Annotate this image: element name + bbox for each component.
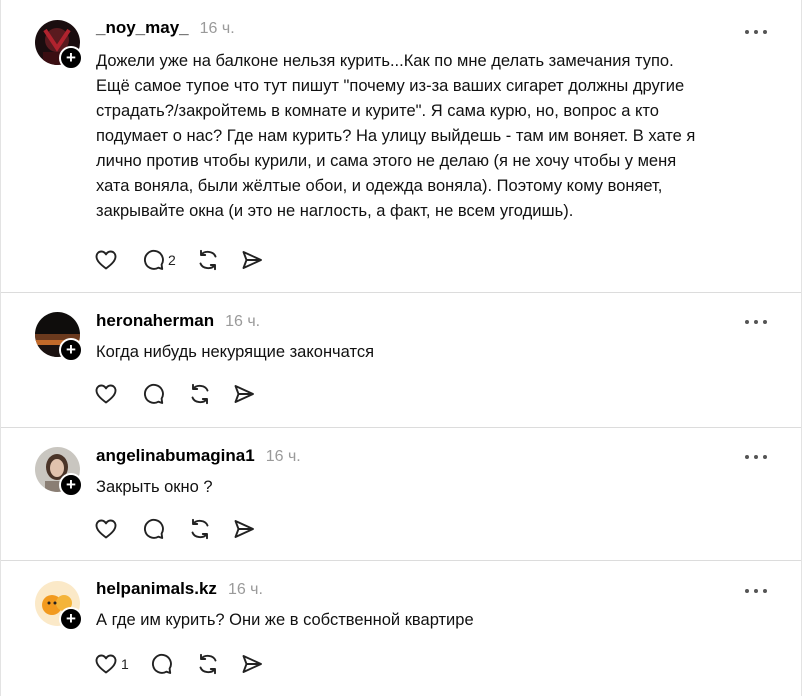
- share-button[interactable]: [240, 650, 264, 678]
- repost-button[interactable]: [188, 380, 212, 408]
- share-button[interactable]: [232, 380, 256, 408]
- more-icon[interactable]: [745, 27, 767, 37]
- comment-icon: [151, 653, 172, 674]
- repost-button[interactable]: [188, 515, 212, 543]
- follow-plus-icon[interactable]: +: [59, 473, 83, 497]
- reply-button[interactable]: [141, 515, 168, 543]
- post-actions: 2: [94, 246, 284, 274]
- like-button[interactable]: [94, 515, 121, 543]
- like-button[interactable]: 1: [94, 650, 129, 678]
- repost-icon: [191, 518, 209, 540]
- post: + _noy_may_ 16 ч. Дожели уже на балконе …: [1, 0, 801, 293]
- post-text: Когда нибудь некурящие закончатся: [96, 343, 375, 361]
- post-actions: 1: [94, 650, 284, 678]
- timestamp[interactable]: 16 ч.: [225, 313, 260, 331]
- username[interactable]: angelinabumagina1: [96, 446, 255, 466]
- post-header: _noy_may_ 16 ч.: [96, 18, 235, 42]
- avatar-container[interactable]: +: [35, 312, 83, 362]
- send-icon: [242, 251, 262, 269]
- repost-icon: [199, 653, 217, 675]
- username[interactable]: heronaherman: [96, 311, 214, 331]
- timestamp[interactable]: 16 ч.: [200, 20, 235, 38]
- send-icon: [242, 655, 262, 673]
- send-icon: [234, 520, 254, 538]
- timestamp[interactable]: 16 ч.: [228, 581, 263, 599]
- comment-icon: [144, 518, 164, 539]
- heart-icon: [95, 384, 117, 404]
- repost-button[interactable]: [196, 650, 220, 678]
- post-text: Дожели уже на балконе нельзя курить...Ка…: [96, 52, 696, 220]
- follow-plus-icon[interactable]: +: [59, 46, 83, 70]
- follow-plus-icon[interactable]: +: [59, 607, 83, 631]
- send-icon: [234, 385, 254, 403]
- username[interactable]: helpanimals.kz: [96, 579, 217, 599]
- post: + helpanimals.kz 16 ч. А где им курить? …: [1, 561, 801, 696]
- reply-count: 2: [168, 252, 176, 268]
- repost-icon: [191, 383, 209, 405]
- post-header: angelinabumagina1 16 ч.: [96, 446, 301, 470]
- more-icon[interactable]: [745, 586, 767, 596]
- more-icon[interactable]: [745, 317, 767, 327]
- repost-button[interactable]: [196, 246, 220, 274]
- like-button[interactable]: [94, 246, 121, 274]
- share-button[interactable]: [232, 515, 256, 543]
- avatar-container[interactable]: +: [35, 581, 83, 631]
- comment-icon: [144, 249, 164, 270]
- username[interactable]: _noy_may_: [96, 18, 189, 38]
- heart-icon: [95, 654, 117, 674]
- more-icon[interactable]: [745, 452, 767, 462]
- avatar-container[interactable]: +: [35, 20, 83, 70]
- comment-icon: [144, 383, 164, 404]
- heart-icon: [95, 250, 117, 270]
- threads-feed: + _noy_may_ 16 ч. Дожели уже на балконе …: [0, 0, 802, 696]
- post: + angelinabumagina1 16 ч. Закрыть окно ?: [1, 428, 801, 561]
- reply-button[interactable]: 2: [141, 246, 176, 274]
- avatar-container[interactable]: +: [35, 447, 83, 497]
- reply-button[interactable]: [149, 650, 176, 678]
- like-button[interactable]: [94, 380, 121, 408]
- post-header: helpanimals.kz 16 ч.: [96, 579, 263, 603]
- post-actions: [94, 380, 276, 408]
- post: + heronaherman 16 ч. Когда нибудь некуря…: [1, 293, 801, 428]
- post-text: Закрыть окно ?: [96, 478, 213, 496]
- share-button[interactable]: [240, 246, 264, 274]
- like-count: 1: [121, 656, 129, 672]
- repost-icon: [199, 249, 217, 271]
- heart-icon: [95, 519, 117, 539]
- follow-plus-icon[interactable]: +: [59, 338, 83, 362]
- post-header: heronaherman 16 ч.: [96, 311, 260, 335]
- reply-button[interactable]: [141, 380, 168, 408]
- timestamp[interactable]: 16 ч.: [266, 448, 301, 466]
- post-actions: [94, 515, 276, 543]
- post-text: А где им курить? Они же в собственной кв…: [96, 611, 474, 629]
